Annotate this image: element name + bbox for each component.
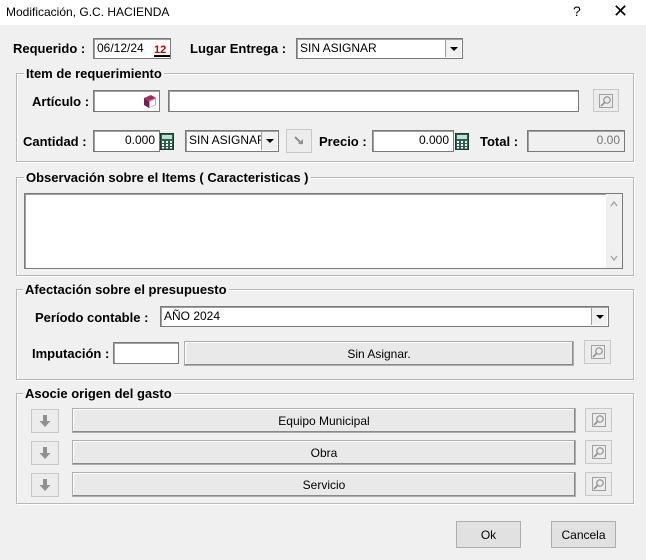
presupuesto-legend: Afectación sobre el presupuesto [23,282,229,297]
arrow-down-icon [39,415,51,427]
arrow-down-icon [39,479,51,491]
origen-down-button[interactable] [31,409,59,433]
calculator-icon[interactable] [160,133,176,151]
cancel-button[interactable]: Cancela [551,521,616,548]
cantidad-field[interactable]: 0.000 [93,130,160,152]
cancel-button-label: Cancela [561,527,606,542]
origen-down-button[interactable] [31,473,59,497]
cantidad-label: Cantidad : [23,134,87,149]
chevron-down-icon[interactable] [445,40,461,57]
ok-button[interactable]: Ok [456,521,521,548]
search-icon [591,445,606,459]
imputacion-button-label: Sin Asignar. [347,346,411,361]
imputacion-search-button[interactable] [584,340,611,364]
close-button[interactable]: ✕ [613,1,628,22]
lugar-entrega-value: SIN ASIGNAR [300,41,377,55]
help-button[interactable]: ? [573,3,581,19]
search-icon [591,413,606,427]
equipo-municipal-button[interactable]: Equipo Municipal [72,408,576,433]
articulo-search-button[interactable] [593,89,619,112]
ok-button-label: Ok [480,527,497,542]
origen-legend: Asocie origen del gasto [23,386,174,401]
imputacion-label: Imputación : [32,346,110,361]
book-icon[interactable] [142,94,158,110]
precio-value: 0.000 [418,133,449,147]
cantidad-value: 0.000 [124,133,155,147]
arrow-down-icon [39,447,51,459]
svg-text:12: 12 [154,44,166,56]
item-group-legend: Item de requerimiento [24,66,164,81]
unidad-select[interactable]: SIN ASIGNAR [185,130,279,152]
calendar-icon[interactable]: 12 [154,40,170,58]
periodo-select[interactable]: AÑO 2024 [160,306,609,327]
servicio-search-button[interactable] [585,472,612,496]
arrow-down-right-icon [294,136,303,145]
chevron-down-icon[interactable] [591,308,607,325]
search-icon [591,477,606,491]
lugar-entrega-label: Lugar Entrega : [190,41,287,56]
observacion-legend: Observación sobre el Items ( Caracterist… [24,170,311,185]
calculator-icon[interactable] [455,133,471,151]
obra-search-button[interactable] [585,440,612,464]
servicio-button[interactable]: Servicio [72,472,576,497]
servicio-label: Servicio [302,477,346,492]
unidad-action-button[interactable] [286,129,312,153]
periodo-label: Período contable : [35,310,149,325]
precio-label: Precio : [319,134,367,149]
equipo-municipal-label: Equipo Municipal [278,413,370,428]
obra-button[interactable]: Obra [72,440,576,465]
total-value: 0.00 [596,133,620,147]
total-field: 0.00 [527,130,625,152]
window-title: Modificación, G.C. HACIENDA [6,5,170,19]
search-icon [599,93,613,108]
equipo-search-button[interactable] [585,408,612,432]
origen-down-button[interactable] [31,441,59,465]
observacion-scrollbar[interactable] [606,194,622,268]
precio-field[interactable]: 0.000 [372,130,454,152]
periodo-value: AÑO 2024 [164,309,221,323]
total-label: Total : [480,134,519,149]
search-icon [590,345,605,359]
articulo-description-field[interactable] [168,90,579,112]
requerido-label: Requerido : [13,41,86,56]
articulo-label: Artículo : [32,94,90,109]
obra-label: Obra [310,445,338,460]
imputacion-button[interactable]: Sin Asignar. [184,341,574,366]
presupuesto-group [16,289,634,380]
observacion-textarea[interactable] [24,193,623,269]
unidad-value: SIN ASIGNAR [189,133,266,147]
chevron-down-icon[interactable] [261,132,277,150]
imputacion-code-field[interactable] [113,342,179,364]
requerido-date-value: 06/12/24 [97,41,144,55]
lugar-entrega-select[interactable]: SIN ASIGNAR [296,38,463,59]
